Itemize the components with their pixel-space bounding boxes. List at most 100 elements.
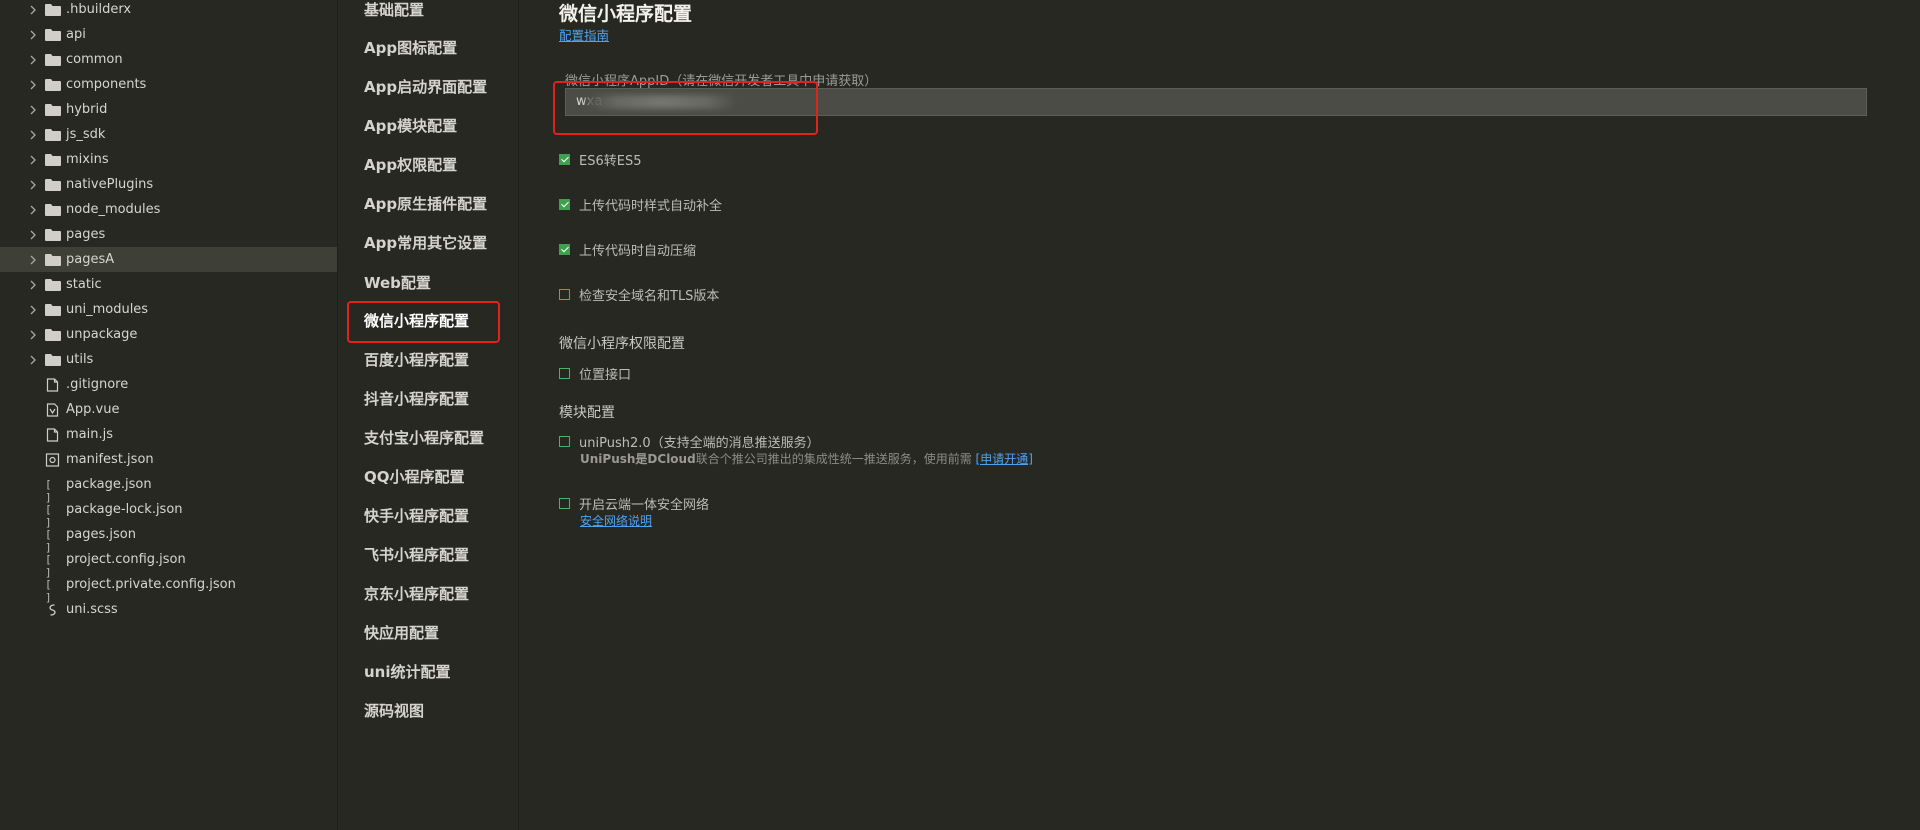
nav-item-12[interactable]: QQ小程序配置	[364, 466, 465, 487]
tree-folder-hbuilderx[interactable]: .hbuilderx	[0, 0, 337, 22]
tree-folder-label: .hbuilderx	[66, 2, 132, 17]
tree-file-manifest-json[interactable]: manifest.json	[0, 447, 337, 472]
json-brackets-icon: [ ]	[45, 552, 53, 579]
nav-item-0[interactable]: 基础配置	[364, 0, 424, 20]
nav-item-17[interactable]: uni统计配置	[364, 661, 451, 682]
nav-item-7[interactable]: Web配置	[364, 272, 431, 293]
folder-icon	[45, 203, 61, 216]
option-checkbox-row[interactable]: ES6转ES5	[559, 150, 641, 169]
tree-file-package-json[interactable]: [ ] package.json	[0, 472, 337, 504]
option-checkbox-row[interactable]: 检查安全域名和TLS版本	[559, 285, 719, 304]
secure-network-checkbox-row[interactable]: 开启云端一体安全网络	[559, 494, 709, 513]
tree-file-uni-scss[interactable]: uni.scss	[0, 597, 337, 622]
chevron-right-icon[interactable]	[27, 29, 39, 41]
nav-item-2[interactable]: App启动界面配置	[364, 76, 487, 97]
option-checkbox[interactable]	[559, 199, 570, 210]
chevron-right-icon[interactable]	[27, 129, 39, 141]
option-checkbox[interactable]	[559, 244, 570, 255]
tree-folder-js-sdk[interactable]: js_sdk	[0, 122, 337, 147]
chevron-right-icon[interactable]	[27, 54, 39, 66]
tree-folder-pagesa[interactable]: pagesA	[0, 247, 337, 272]
option-checkbox-row[interactable]: 上传代码时样式自动补全	[559, 195, 722, 214]
chevron-right-icon[interactable]	[27, 179, 39, 191]
config-guide-link[interactable]: 配置指南	[559, 25, 609, 44]
tree-folder-label: static	[66, 277, 102, 292]
chevron-right-icon[interactable]	[27, 329, 39, 341]
tree-folder-label: unpackage	[66, 327, 138, 342]
option-label: 上传代码时自动压缩	[579, 244, 697, 259]
tree-file-pages-json[interactable]: [ ] pages.json	[0, 522, 337, 554]
chevron-right-icon[interactable]	[27, 279, 39, 291]
nav-item-3[interactable]: App模块配置	[364, 115, 457, 136]
folder-icon	[45, 278, 61, 291]
tree-folder-components[interactable]: components	[0, 72, 337, 97]
chevron-right-icon[interactable]	[27, 4, 39, 16]
tree-folder-label: utils	[66, 352, 94, 367]
nav-item-16[interactable]: 快应用配置	[364, 622, 439, 643]
redacted-appid-blur	[587, 95, 737, 109]
tree-file-app-vue[interactable]: App.vue	[0, 397, 337, 422]
appid-input[interactable]: wxa	[565, 88, 1867, 116]
tree-file-label: package-lock.json	[66, 502, 183, 517]
tree-folder-mixins[interactable]: mixins	[0, 147, 337, 172]
tree-file-label: uni.scss	[66, 602, 118, 617]
chevron-right-icon[interactable]	[27, 204, 39, 216]
option-label: ES6转ES5	[579, 154, 642, 169]
location-label: 位置接口	[579, 368, 632, 383]
location-checkbox[interactable]	[559, 368, 570, 379]
appid-label: 微信小程序AppID（请在微信开发者工具中申请获取）	[565, 74, 878, 89]
option-checkbox[interactable]	[559, 289, 570, 300]
nav-item-18[interactable]: 源码视图	[364, 700, 424, 721]
nav-item-13[interactable]: 快手小程序配置	[364, 505, 469, 526]
folder-icon	[45, 178, 61, 191]
nav-item-14[interactable]: 飞书小程序配置	[364, 544, 469, 565]
chevron-right-icon[interactable]	[27, 354, 39, 366]
nav-item-10[interactable]: 抖音小程序配置	[364, 388, 469, 409]
folder-icon	[45, 3, 61, 16]
chevron-right-icon[interactable]	[27, 229, 39, 241]
tree-folder-node-modules[interactable]: node_modules	[0, 197, 337, 222]
tree-folder-api[interactable]: api	[0, 22, 337, 47]
nav-item-9[interactable]: 百度小程序配置	[364, 349, 469, 370]
tree-file-label: main.js	[66, 427, 113, 442]
tree-file-project-config-json[interactable]: [ ] project.config.json	[0, 547, 337, 579]
unipush-checkbox[interactable]	[559, 436, 570, 447]
chevron-right-icon[interactable]	[27, 304, 39, 316]
tree-folder-common[interactable]: common	[0, 47, 337, 72]
tree-file-main-js[interactable]: main.js	[0, 422, 337, 447]
tree-file-gitignore[interactable]: .gitignore	[0, 372, 337, 397]
chevron-right-icon[interactable]	[27, 254, 39, 266]
nav-item-15[interactable]: 京东小程序配置	[364, 583, 469, 604]
chevron-right-icon[interactable]	[27, 154, 39, 166]
tree-folder-utils[interactable]: utils	[0, 347, 337, 372]
location-permission-checkbox-row[interactable]: 位置接口	[559, 364, 631, 383]
tree-folder-static[interactable]: static	[0, 272, 337, 297]
nav-item-8[interactable]: 微信小程序配置	[364, 310, 469, 331]
option-checkbox-row[interactable]: 上传代码时自动压缩	[559, 240, 696, 259]
unipush-apply-link[interactable]: [申请开通]	[976, 452, 1033, 466]
nav-item-4[interactable]: App权限配置	[364, 154, 457, 175]
nav-item-11[interactable]: 支付宝小程序配置	[364, 427, 484, 448]
tree-folder-label: node_modules	[66, 202, 161, 217]
unipush-note: UniPush是DCloud联合个推公司推出的集成性统一推送服务，使用前需 [申…	[580, 450, 1033, 467]
chevron-right-icon[interactable]	[27, 104, 39, 116]
chevron-right-icon[interactable]	[27, 79, 39, 91]
json-brackets-icon: [ ]	[45, 527, 53, 554]
nav-item-6[interactable]: App常用其它设置	[364, 232, 487, 253]
secure-network-checkbox[interactable]	[559, 498, 570, 509]
tree-folder-unpackage[interactable]: unpackage	[0, 322, 337, 347]
unipush-checkbox-row[interactable]: uniPush2.0（支持全端的消息推送服务）	[559, 432, 820, 451]
tree-folder-nativeplugins[interactable]: nativePlugins	[0, 172, 337, 197]
folder-icon	[45, 253, 61, 266]
tree-file-label: package.json	[66, 477, 152, 492]
tree-folder-uni-modules[interactable]: uni_modules	[0, 297, 337, 322]
nav-item-5[interactable]: App原生插件配置	[364, 193, 487, 214]
secure-network-doc-link[interactable]: 安全网络说明	[580, 512, 652, 529]
tree-file-project-private-config-json[interactable]: [ ] project.private.config.json	[0, 572, 337, 604]
tree-folder-hybrid[interactable]: hybrid	[0, 97, 337, 122]
option-checkbox[interactable]	[559, 154, 570, 165]
nav-item-1[interactable]: App图标配置	[364, 37, 457, 58]
tree-folder-pages[interactable]: pages	[0, 222, 337, 247]
folder-icon	[45, 53, 61, 66]
tree-file-package-lock-json[interactable]: [ ] package-lock.json	[0, 497, 337, 529]
